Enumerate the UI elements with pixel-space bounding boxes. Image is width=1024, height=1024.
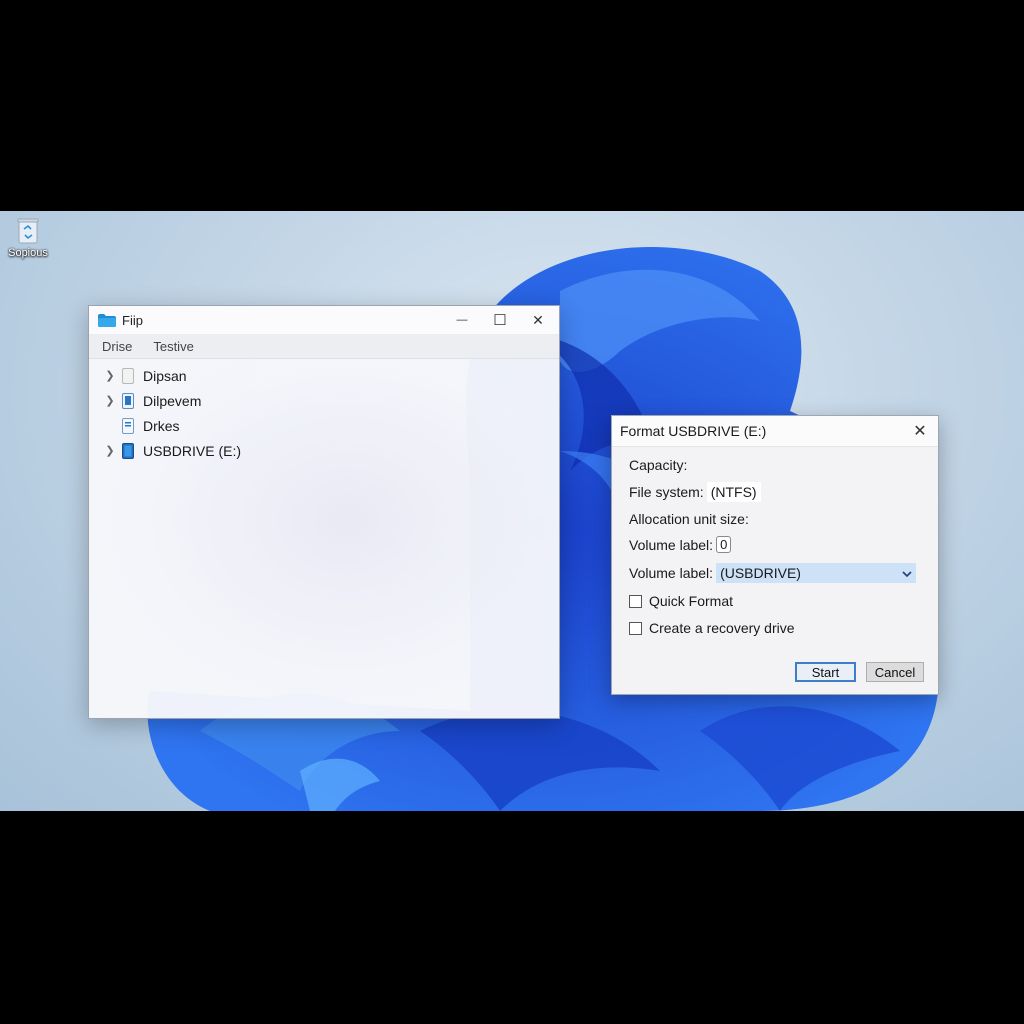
close-icon: ✕ [532,311,544,328]
desktop-icon-recycle-bin[interactable]: Sopious [2,215,54,259]
chevron-down-icon [902,565,912,581]
volume-label-input[interactable]: 0 [716,536,732,553]
dialog-close-button[interactable]: ✕ [902,416,938,446]
file-system-value[interactable]: (NTFS) [706,482,761,502]
volume-label-row-1: Volume label: 0 [629,536,732,553]
drive-icon [122,392,134,409]
volume-label-select-value: (USBDRIVE) [720,565,801,581]
recycle-bin-icon [15,215,41,245]
minimize-button[interactable]: — [443,306,481,334]
checkbox-box[interactable] [629,594,642,608]
cancel-button[interactable]: Cancel [866,662,924,682]
tree-item-label: Drkes [143,417,180,434]
explorer-title: Fiip [122,312,143,328]
start-button[interactable]: Start [795,662,856,682]
desktop-icon-label: Sopious [8,247,48,259]
close-button[interactable]: ✕ [519,306,557,334]
menu-item-testive[interactable]: Testive [153,339,193,354]
recovery-drive-label: Create a recovery drive [649,620,795,636]
tree-item-usbdrive[interactable]: ❯ USBDRIVE (E:) [89,438,559,463]
checkbox-box[interactable] [629,621,642,635]
recovery-drive-checkbox[interactable]: Create a recovery drive [629,620,795,636]
drive-icon [122,417,134,434]
file-system-row: File system: (NTFS) [629,482,761,502]
file-explorer-window[interactable]: Fiip — ☐ ✕ Drise Testive ❯ Dipsan ❯ Dilp… [88,305,560,719]
tree-item-dipsan[interactable]: ❯ Dipsan [89,363,559,388]
chevron-right-icon[interactable]: ❯ [103,444,117,457]
explorer-titlebar[interactable]: Fiip — ☐ ✕ [89,306,559,334]
menu-item-drise[interactable]: Drise [102,339,132,354]
desktop: Sopious Fiip — ☐ ✕ Drise Testive ❯ Dipsa… [0,211,1024,811]
maximize-icon: ☐ [493,312,507,329]
tree-item-dilpevem[interactable]: ❯ Dilpevem [89,388,559,413]
explorer-menubar: Drise Testive [89,334,559,359]
maximize-button[interactable]: ☐ [481,306,519,334]
capacity-label: Capacity: [629,457,688,473]
navigation-tree: ❯ Dipsan ❯ Dilpevem Drkes ❯ USBDRIVE (E:… [89,359,559,463]
tree-item-drkes[interactable]: Drkes [89,413,559,438]
usb-drive-icon [122,442,134,459]
capacity-row: Capacity: [629,457,687,473]
file-system-label: File system: [629,484,704,500]
volume-label-row-2: Volume label: (USBDRIVE) [629,563,917,583]
folder-icon [98,313,116,327]
chevron-right-icon[interactable]: ❯ [103,394,117,407]
tree-item-label: Dipsan [143,367,187,384]
allocation-row: Allocation unit size: [629,511,749,527]
allocation-label: Allocation unit size: [629,511,749,527]
chevron-right-icon[interactable]: ❯ [103,369,117,382]
format-dialog[interactable]: Format USBDRIVE (E:) ✕ Capacity: File sy… [611,415,939,695]
format-dialog-title: Format USBDRIVE (E:) [620,423,767,439]
tree-item-label: USBDRIVE (E:) [143,442,242,459]
minimize-icon: — [456,314,468,326]
volume-label-select[interactable]: (USBDRIVE) [716,563,917,583]
drive-icon [122,367,134,384]
close-icon: ✕ [913,423,927,440]
volume-label-label: Volume label: [629,565,714,581]
volume-label-label: Volume label: [629,536,714,553]
tree-item-label: Dilpevem [143,392,202,409]
format-dialog-titlebar[interactable]: Format USBDRIVE (E:) ✕ [612,416,938,447]
quick-format-checkbox[interactable]: Quick Format [629,593,733,609]
quick-format-label: Quick Format [649,593,734,609]
